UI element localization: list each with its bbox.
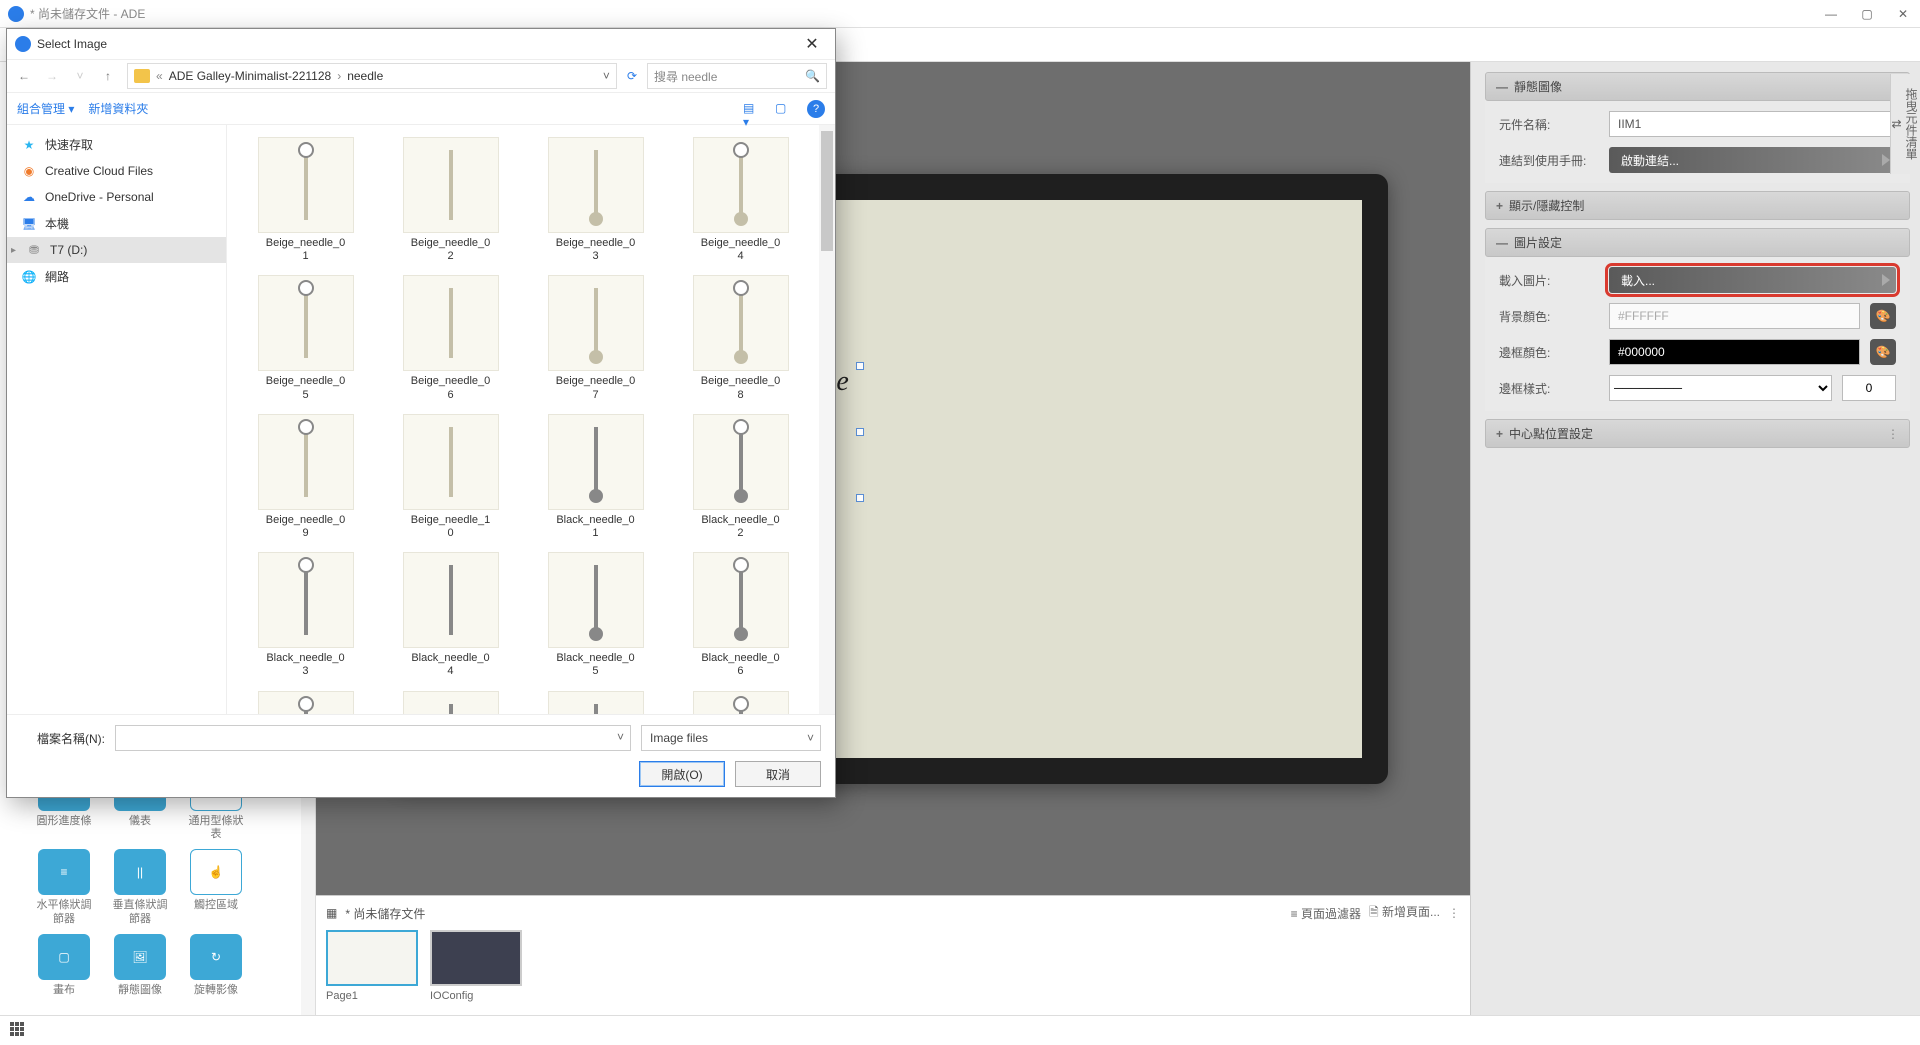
close-button[interactable]: ✕ [1894, 7, 1912, 21]
filename-input[interactable]: ˅ [115, 725, 631, 751]
file-item[interactable]: Black_needle_06 [670, 548, 811, 682]
window-title: * 尚未儲存文件 - ADE [30, 5, 1822, 22]
minimize-button[interactable]: — [1822, 7, 1840, 21]
sidebar-item-creative-cloud-files[interactable]: ◉Creative Cloud Files [7, 158, 226, 184]
load-image-button[interactable]: 載入... [1609, 267, 1896, 293]
dialog-sidebar: ★快速存取◉Creative Cloud Files☁OneDrive - Pe… [7, 125, 227, 714]
bg-color-input[interactable] [1609, 303, 1860, 329]
file-type-filter[interactable]: Image files˅ [641, 725, 821, 751]
border-color-input[interactable]: #000000 [1609, 339, 1860, 365]
search-input[interactable]: 搜尋 needle 🔍 [647, 63, 827, 89]
file-item[interactable]: Beige_needle_09 [235, 410, 376, 544]
section-center[interactable]: +中心點位置設定⋮ [1485, 419, 1910, 448]
resize-handle-mr[interactable] [856, 428, 864, 436]
nav-forward-icon[interactable]: → [43, 69, 61, 83]
organize-menu[interactable]: 組合管理 ▾ [17, 100, 74, 117]
resize-handle-tr[interactable] [856, 362, 864, 370]
label-border-color: 邊框顏色: [1499, 344, 1599, 361]
sidebar-item-t7-(d:)[interactable]: ▸⛃T7 (D:) [7, 237, 226, 263]
file-item[interactable]: Black_needle_05 [525, 548, 666, 682]
page-thumb-1[interactable]: Page1 [326, 930, 418, 1002]
apps-grid-icon[interactable] [10, 1022, 28, 1040]
nav-recent-icon[interactable]: ˅ [71, 69, 89, 83]
file-grid-scrollbar[interactable] [819, 125, 835, 714]
resize-handle-br[interactable] [856, 494, 864, 502]
section-show-hide[interactable]: +顯示/隱藏控制 [1485, 191, 1910, 220]
folder-icon [134, 69, 150, 83]
border-style-select[interactable]: ──────── [1609, 375, 1832, 401]
page-filter-link[interactable]: ≡ 頁面過濾器 [1291, 905, 1361, 922]
view-mode-icon[interactable]: ▤ ▾ [743, 101, 761, 117]
label-load-image: 載入圖片: [1499, 272, 1599, 289]
sidebar-item-網路[interactable]: 🌐網路 [7, 263, 226, 290]
border-color-picker-icon[interactable]: 🎨 [1870, 339, 1896, 365]
widget-hslider[interactable]: ≡水平條狀調節器 [32, 849, 96, 925]
label-border-style: 邊框樣式: [1499, 380, 1599, 397]
section-image-settings[interactable]: —圖片設定 [1485, 228, 1910, 257]
sidebar-item-onedrive---personal[interactable]: ☁OneDrive - Personal [7, 184, 226, 210]
app-icon [8, 6, 24, 22]
widget-rotate-image[interactable]: ↻旋轉影像 [184, 934, 248, 997]
sidebar-item-本機[interactable]: 🖥本機 [7, 210, 226, 237]
dialog-title: Select Image [37, 37, 797, 51]
file-item[interactable]: Black_needle_04 [380, 548, 521, 682]
side-tab-widgets[interactable]: 拖曳元件清單 [1903, 88, 1920, 160]
pages-bar-menu-icon[interactable]: ⋮ [1448, 906, 1460, 920]
widget-static-image[interactable]: 🖼靜態圖像 [108, 934, 172, 997]
link-manual-button[interactable]: 啟動連結... [1609, 147, 1896, 173]
file-item[interactable]: Beige_needle_01 [235, 133, 376, 267]
file-item[interactable]: Beige_needle_07 [525, 271, 666, 405]
dialog-close-button[interactable]: ✕ [797, 34, 827, 54]
breadcrumb[interactable]: « ADE Galley-Minimalist-221128 › needle … [127, 63, 617, 89]
file-item[interactable]: Beige_needle_03 [525, 133, 666, 267]
file-item[interactable]: Black_needle_01 [525, 410, 666, 544]
label-component-name: 元件名稱: [1499, 116, 1599, 133]
bg-color-picker-icon[interactable]: 🎨 [1870, 303, 1896, 329]
open-button[interactable]: 開啟(O) [639, 761, 725, 787]
refresh-icon[interactable]: ⟳ [627, 69, 637, 83]
file-item[interactable]: Black_needle_09 [525, 687, 666, 715]
file-item[interactable]: Beige_needle_10 [380, 410, 521, 544]
nav-up-icon[interactable]: ↑ [99, 69, 117, 83]
doc-tab-icon: ▦ [326, 906, 337, 920]
widget-canvas[interactable]: ▢畫布 [32, 934, 96, 997]
sidebar-item-快速存取[interactable]: ★快速存取 [7, 131, 226, 158]
file-item[interactable]: Black_needle_10 [670, 687, 811, 715]
cancel-button[interactable]: 取消 [735, 761, 821, 787]
file-item[interactable]: Beige_needle_08 [670, 271, 811, 405]
help-icon[interactable]: ? [807, 100, 825, 118]
file-item[interactable]: Black_needle_02 [670, 410, 811, 544]
file-item[interactable]: Black_needle_08 [380, 687, 521, 715]
file-grid[interactable]: Beige_needle_01Beige_needle_02Beige_need… [227, 125, 819, 714]
file-item[interactable]: Black_needle_07 [235, 687, 376, 715]
border-width-input[interactable] [1842, 375, 1896, 401]
properties-panel: —靜態圖像 元件名稱: 連結到使用手冊: 啟動連結... +顯示/隱藏控制 —圖… [1470, 62, 1920, 1015]
dialog-app-icon [15, 36, 31, 52]
label-bg-color: 背景顏色: [1499, 308, 1599, 325]
preview-pane-icon[interactable]: ▢ [775, 101, 793, 117]
widget-touch-area[interactable]: ☝觸控區域 [184, 849, 248, 925]
search-icon: 🔍 [805, 69, 820, 83]
widget-vslider[interactable]: ||垂直條狀調節器 [108, 849, 172, 925]
pages-bar: ▦ * 尚未儲存文件 ≡ 頁面過濾器 🗎 新增頁面... ⋮ Page1 IOC… [316, 895, 1470, 1015]
page-thumb-2[interactable]: IOConfig [430, 930, 522, 1002]
file-item[interactable]: Beige_needle_06 [380, 271, 521, 405]
add-page-link[interactable]: 🗎 新增頁面... [1369, 903, 1440, 924]
file-item[interactable]: Beige_needle_04 [670, 133, 811, 267]
new-folder-button[interactable]: 新增資料夾 [88, 100, 148, 117]
label-link-manual: 連結到使用手冊: [1499, 152, 1599, 169]
file-dialog: Select Image ✕ ← → ˅ ↑ « ADE Galley-Mini… [6, 28, 836, 798]
side-tab-toggle-icon[interactable]: ⇅ [1889, 119, 1903, 129]
file-item[interactable]: Beige_needle_02 [380, 133, 521, 267]
file-item[interactable]: Black_needle_03 [235, 548, 376, 682]
filename-label: 檔案名稱(N): [21, 730, 105, 747]
section-static-image[interactable]: —靜態圖像 [1485, 72, 1910, 101]
component-name-input[interactable] [1609, 111, 1896, 137]
doc-tab-label[interactable]: * 尚未儲存文件 [345, 905, 425, 922]
maximize-button[interactable]: ▢ [1858, 7, 1876, 21]
file-item[interactable]: Beige_needle_05 [235, 271, 376, 405]
nav-back-icon[interactable]: ← [15, 69, 33, 83]
